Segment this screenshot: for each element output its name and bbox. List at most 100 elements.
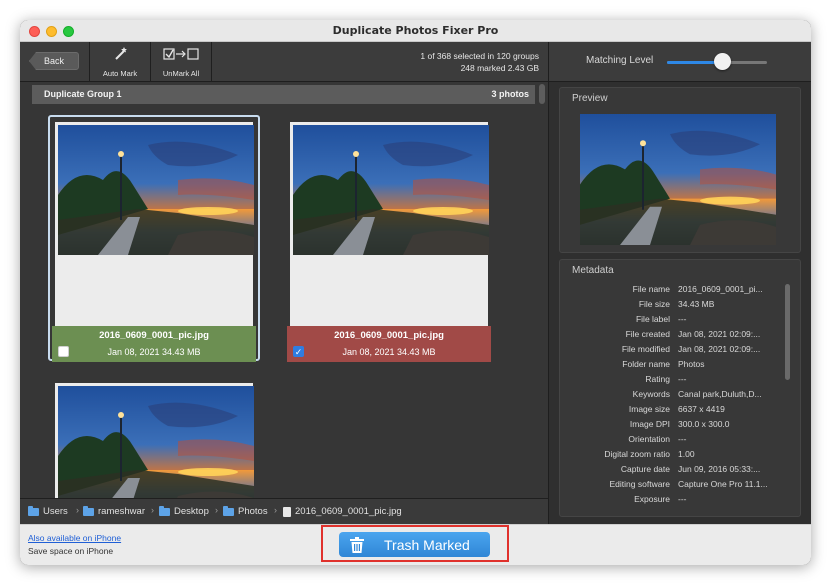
list-scrollbar[interactable]	[539, 84, 545, 104]
metadata-value: Jan 08, 2021 02:09:...	[678, 329, 761, 339]
path-item-label: Photos	[238, 506, 268, 517]
metadata-scrollbar[interactable]	[785, 284, 790, 380]
metadata-key: Folder name	[622, 359, 670, 369]
path-separator: ›	[215, 505, 218, 515]
photo-frame	[290, 122, 488, 326]
unmark-all-button[interactable]: UnMark All	[151, 44, 211, 80]
title-bar: Duplicate Photos Fixer Pro	[20, 20, 811, 42]
photo-thumbnail[interactable]	[58, 386, 254, 498]
metadata-key: File label	[635, 314, 670, 324]
photo-card-3[interactable]	[52, 380, 256, 498]
path-bar: Users › rameshwar › Desktop › Photos › 2…	[20, 498, 548, 524]
photo-frame	[55, 383, 253, 498]
matching-level-bar: Matching Level	[548, 42, 811, 82]
metadata-value: 1.00	[678, 449, 695, 459]
preview-image[interactable]	[580, 114, 776, 245]
window-title: Duplicate Photos Fixer Pro	[332, 24, 499, 37]
magic-wand-icon	[115, 47, 127, 60]
metadata-row: Image size 6637 x 4419	[560, 404, 780, 419]
metadata-row: Capture date Jun 09, 2016 05:33:...	[560, 464, 780, 479]
iphone-app-link[interactable]: Also available on iPhone	[28, 533, 121, 543]
marked-size-text: 248 marked 2.43 GB	[460, 63, 539, 73]
back-button[interactable]: Back	[29, 52, 79, 70]
photo-frame	[55, 122, 253, 326]
photo-date-size: Jan 08, 2021 34.43 MB	[342, 347, 436, 357]
path-item-photos[interactable]: Photos	[223, 505, 268, 517]
photo-thumbnail[interactable]	[58, 125, 254, 255]
photo-caption: 2016_0609_0001_pic.jpg ✓ Jan 08, 2021 34…	[287, 326, 491, 362]
metadata-title: Metadata	[572, 265, 614, 276]
path-item-label: 2016_0609_0001_pic.jpg	[295, 506, 402, 517]
auto-mark-label: Auto Mark	[102, 69, 138, 78]
metadata-row: File modified Jan 08, 2021 02:09:...	[560, 344, 780, 359]
metadata-row: Keywords Canal park,Duluth,D...	[560, 389, 780, 404]
photo-card-2[interactable]: 2016_0609_0001_pic.jpg ✓ Jan 08, 2021 34…	[287, 119, 491, 362]
metadata-value: ---	[678, 494, 687, 504]
metadata-key: File modified	[621, 344, 670, 354]
trash-marked-button[interactable]: Trash Marked	[339, 532, 490, 557]
folder-icon	[28, 505, 39, 516]
metadata-row: File created Jan 08, 2021 02:09:...	[560, 329, 780, 344]
metadata-key: File created	[625, 329, 670, 339]
photo-date-size: Jan 08, 2021 34.43 MB	[107, 347, 201, 357]
metadata-key: Editing software	[609, 479, 670, 489]
metadata-key: Capture date	[620, 464, 670, 474]
photo-card-1[interactable]: 2016_0609_0001_pic.jpg Jan 08, 2021 34.4…	[52, 119, 256, 362]
folder-icon	[223, 505, 234, 516]
photo-filename: 2016_0609_0001_pic.jpg	[99, 330, 209, 341]
metadata-key: Image DPI	[629, 419, 670, 429]
folder-icon	[159, 505, 170, 516]
metadata-value: 2016_0609_0001_pi...	[678, 284, 763, 294]
duplicate-group-list: Duplicate Group 1 3 photos 2016_0609_000…	[20, 82, 548, 498]
metadata-key: Rating	[645, 374, 670, 384]
path-item-label: rameshwar	[98, 506, 145, 517]
metadata-value: Canal park,Duluth,D...	[678, 389, 762, 399]
metadata-row: Image DPI 300.0 x 300.0	[560, 419, 780, 434]
file-icon	[283, 506, 291, 517]
metadata-value: Jan 08, 2021 02:09:...	[678, 344, 761, 354]
metadata-key: Image size	[628, 404, 670, 414]
details-panel: Preview Metadata File name 2016_0609_0001…	[548, 82, 811, 524]
metadata-key: Keywords	[632, 389, 670, 399]
metadata-row: Editing software Capture One Pro 11.1...	[560, 479, 780, 494]
metadata-key: File size	[638, 299, 670, 309]
metadata-value: 300.0 x 300.0	[678, 419, 730, 429]
matching-level-slider-knob[interactable]	[714, 53, 731, 70]
toolbar: Back Auto Mark UnMark All 1 of 368 selec…	[20, 42, 548, 82]
group-photo-count: 3 photos	[491, 89, 530, 99]
path-item-user-folder[interactable]: rameshwar	[83, 505, 145, 517]
preview-box: Preview	[559, 87, 801, 253]
path-separator: ›	[76, 505, 79, 515]
metadata-row: File name 2016_0609_0001_pi...	[560, 284, 780, 299]
trash-icon	[350, 536, 364, 553]
toolbar-divider	[211, 42, 212, 82]
metadata-value: 34.43 MB	[678, 299, 715, 309]
group-name: Duplicate Group 1	[44, 89, 122, 99]
path-item-users[interactable]: Users	[28, 505, 68, 517]
photo-filename: 2016_0609_0001_pic.jpg	[334, 330, 444, 341]
path-item-file[interactable]: 2016_0609_0001_pic.jpg	[283, 506, 402, 517]
path-separator: ›	[151, 505, 154, 515]
path-separator: ›	[274, 505, 277, 515]
photo-thumbnail[interactable]	[293, 125, 489, 255]
metadata-value: ---	[678, 314, 687, 324]
metadata-row: File size 34.43 MB	[560, 299, 780, 314]
path-item-desktop[interactable]: Desktop	[159, 505, 209, 517]
selection-status: 1 of 368 selected in 120 groups 248 mark…	[420, 50, 539, 74]
trash-marked-label: Trash Marked	[384, 536, 470, 553]
metadata-key: Orientation	[628, 434, 670, 444]
metadata-box: Metadata File name 2016_0609_0001_pi... Fi…	[559, 259, 801, 517]
auto-mark-button[interactable]: Auto Mark	[90, 44, 150, 80]
iphone-app-subtext: Save space on iPhone	[28, 546, 114, 556]
folder-icon	[83, 505, 94, 516]
metadata-row: Digital zoom ratio 1.00	[560, 449, 780, 464]
path-item-label: Users	[43, 506, 68, 517]
group-header[interactable]: Duplicate Group 1 3 photos	[32, 85, 535, 104]
preview-title: Preview	[572, 93, 608, 104]
metadata-row: Folder name Photos	[560, 359, 780, 374]
metadata-key: File name	[632, 284, 670, 294]
metadata-value: 6637 x 4419	[678, 404, 725, 414]
metadata-key: Exposure	[634, 494, 670, 504]
photo-caption: 2016_0609_0001_pic.jpg Jan 08, 2021 34.4…	[52, 326, 256, 362]
footer-bar: Also available on iPhone Save space on i…	[20, 524, 811, 565]
